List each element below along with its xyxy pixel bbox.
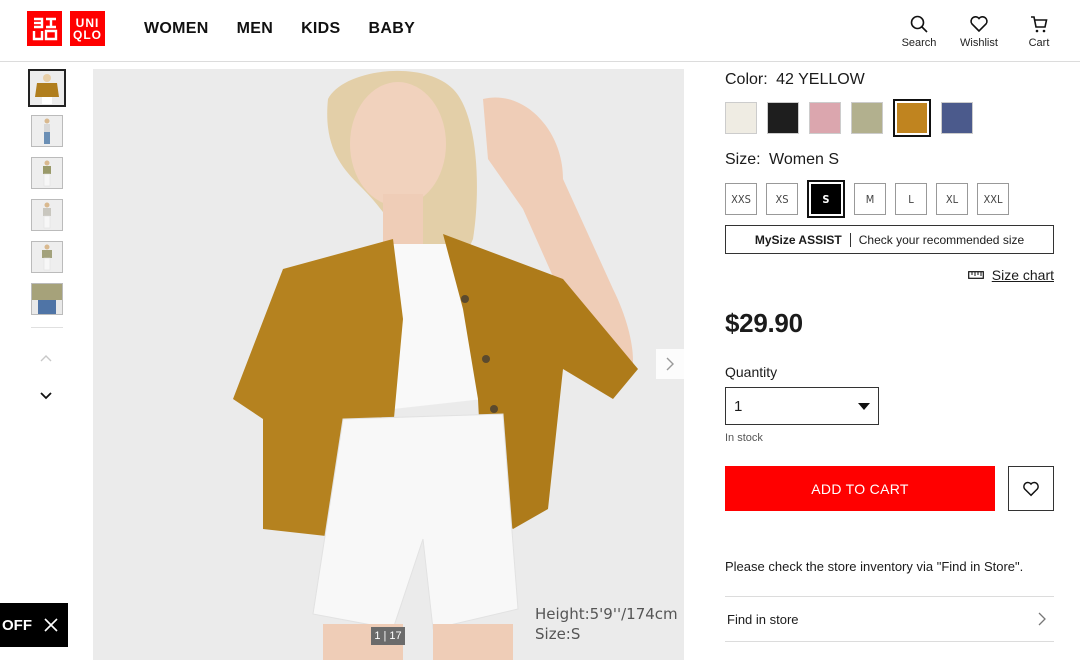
mysize-text: Check your recommended size [858,232,1025,247]
add-to-wishlist-button[interactable] [1008,466,1054,511]
product-photo [93,69,684,660]
thumbnail-2[interactable] [31,115,63,147]
model-size: Size:S [535,625,581,643]
thumbnail-image [32,242,62,272]
size-option[interactable]: XXL [977,183,1009,215]
nav-baby[interactable]: BABY [369,20,416,38]
quantity-select[interactable]: 1 [725,387,879,425]
thumbnail-4[interactable] [31,199,63,231]
color-swatch[interactable] [941,102,973,134]
size-option-label: L [908,192,914,206]
site-header: UNI QLO WOMEN MEN KIDS BABY Search Wishl… [0,0,1080,62]
find-in-store-label: Find in store [727,611,799,627]
size-chart-label: Size chart [991,267,1054,283]
store-note: Please check the store inventory via "Fi… [725,559,1024,574]
thumbnail-image [32,284,62,314]
thumbnail-image [32,200,62,230]
size-options: XXS XS S M L XL XXL [725,180,1009,218]
image-counter: 1 | 17 [371,627,405,645]
logo-box-text: UNI QLO [70,11,105,46]
chevron-right-icon [1038,612,1046,626]
nav-kids[interactable]: KIDS [301,20,340,38]
color-row: Color: 42 YELLOW [725,71,865,89]
nav-women[interactable]: WOMEN [144,20,209,38]
search-button[interactable]: Search [898,14,940,49]
heart-icon [970,16,988,33]
size-chart-link[interactable]: Size chart [967,267,1054,283]
size-value: Women S [769,151,839,168]
logo-katakana-icon [32,17,57,40]
color-swatch[interactable] [725,102,757,134]
product-price: $29.90 [725,308,803,338]
size-option[interactable]: S [807,180,845,218]
chevron-up-icon[interactable] [39,352,53,364]
color-swatches [725,99,973,137]
size-option-label: M [865,192,875,206]
size-label: Size: [725,151,761,168]
image-next-button[interactable] [656,349,684,379]
caret-down-icon [858,402,870,410]
color-label: Color: [725,71,768,88]
cart-label: Cart [1028,37,1050,49]
thumbnail-divider [31,327,63,328]
heart-icon [1023,481,1039,496]
mysize-assist-button[interactable]: MySize ASSIST Check your recommended siz… [725,225,1054,254]
product-main-image[interactable] [93,69,684,660]
mysize-title: MySize ASSIST [754,232,842,247]
size-option-label: XXL [983,192,1003,206]
mysize-separator [849,232,851,247]
size-option[interactable]: L [895,183,927,215]
size-option-label: XXS [731,192,751,206]
wishlist-label: Wishlist [960,37,998,49]
thumbnail-image [32,158,62,188]
model-info: Height:5'9''/174cm Size:S [535,604,678,644]
logo-box-katakana [27,11,62,46]
size-option[interactable]: XL [936,183,968,215]
chevron-right-icon [666,357,674,371]
thumbnail-3[interactable] [31,157,63,189]
thumbnail-5[interactable] [31,241,63,273]
thumbnail-list [28,69,66,325]
search-label: Search [901,37,937,49]
cart-icon [1031,16,1048,33]
size-row: Size: Women S [725,151,839,169]
color-value: 42 YELLOW [776,71,865,88]
size-option[interactable]: XS [766,183,798,215]
promo-tab-label: OFF [2,616,32,634]
close-icon[interactable] [44,618,58,632]
size-option-label: XL [945,192,959,206]
stock-status: In stock [725,432,763,444]
model-height: Height:5'9''/174cm [535,605,678,623]
main-nav: WOMEN MEN KIDS BABY [144,20,415,38]
search-icon [910,15,928,33]
wishlist-button[interactable]: Wishlist [958,14,1000,49]
color-swatch[interactable] [893,99,931,137]
quantity-label: Quantity [725,364,778,380]
thumbnail-6[interactable] [31,283,63,315]
add-to-cart-button[interactable]: ADD TO CART [725,466,995,511]
size-option-label: XS [775,192,789,206]
thumbnail-image [30,71,64,105]
nav-men[interactable]: MEN [237,20,273,38]
color-swatch[interactable] [851,102,883,134]
thumbnail-1[interactable] [28,69,66,107]
find-in-store-link[interactable]: Find in store [725,596,1054,642]
size-option-label: S [811,184,841,214]
promo-tab[interactable]: OFF [0,603,68,647]
thumbnail-image [32,116,62,146]
color-swatch[interactable] [767,102,799,134]
size-option[interactable]: M [854,183,886,215]
logo-text-bottom: QLO [73,27,102,42]
color-swatch[interactable] [809,102,841,134]
ruler-icon [967,271,984,279]
chevron-down-icon[interactable] [39,390,53,402]
size-option[interactable]: XXS [725,183,757,215]
uniqlo-logo[interactable]: UNI QLO [27,11,105,46]
color-swatch-fill [897,103,927,133]
cart-button[interactable]: Cart [1018,14,1060,49]
logo-text-top: UNI [75,15,100,30]
header-icons: Search Wishlist Cart [898,14,1060,49]
quantity-value: 1 [734,397,743,415]
